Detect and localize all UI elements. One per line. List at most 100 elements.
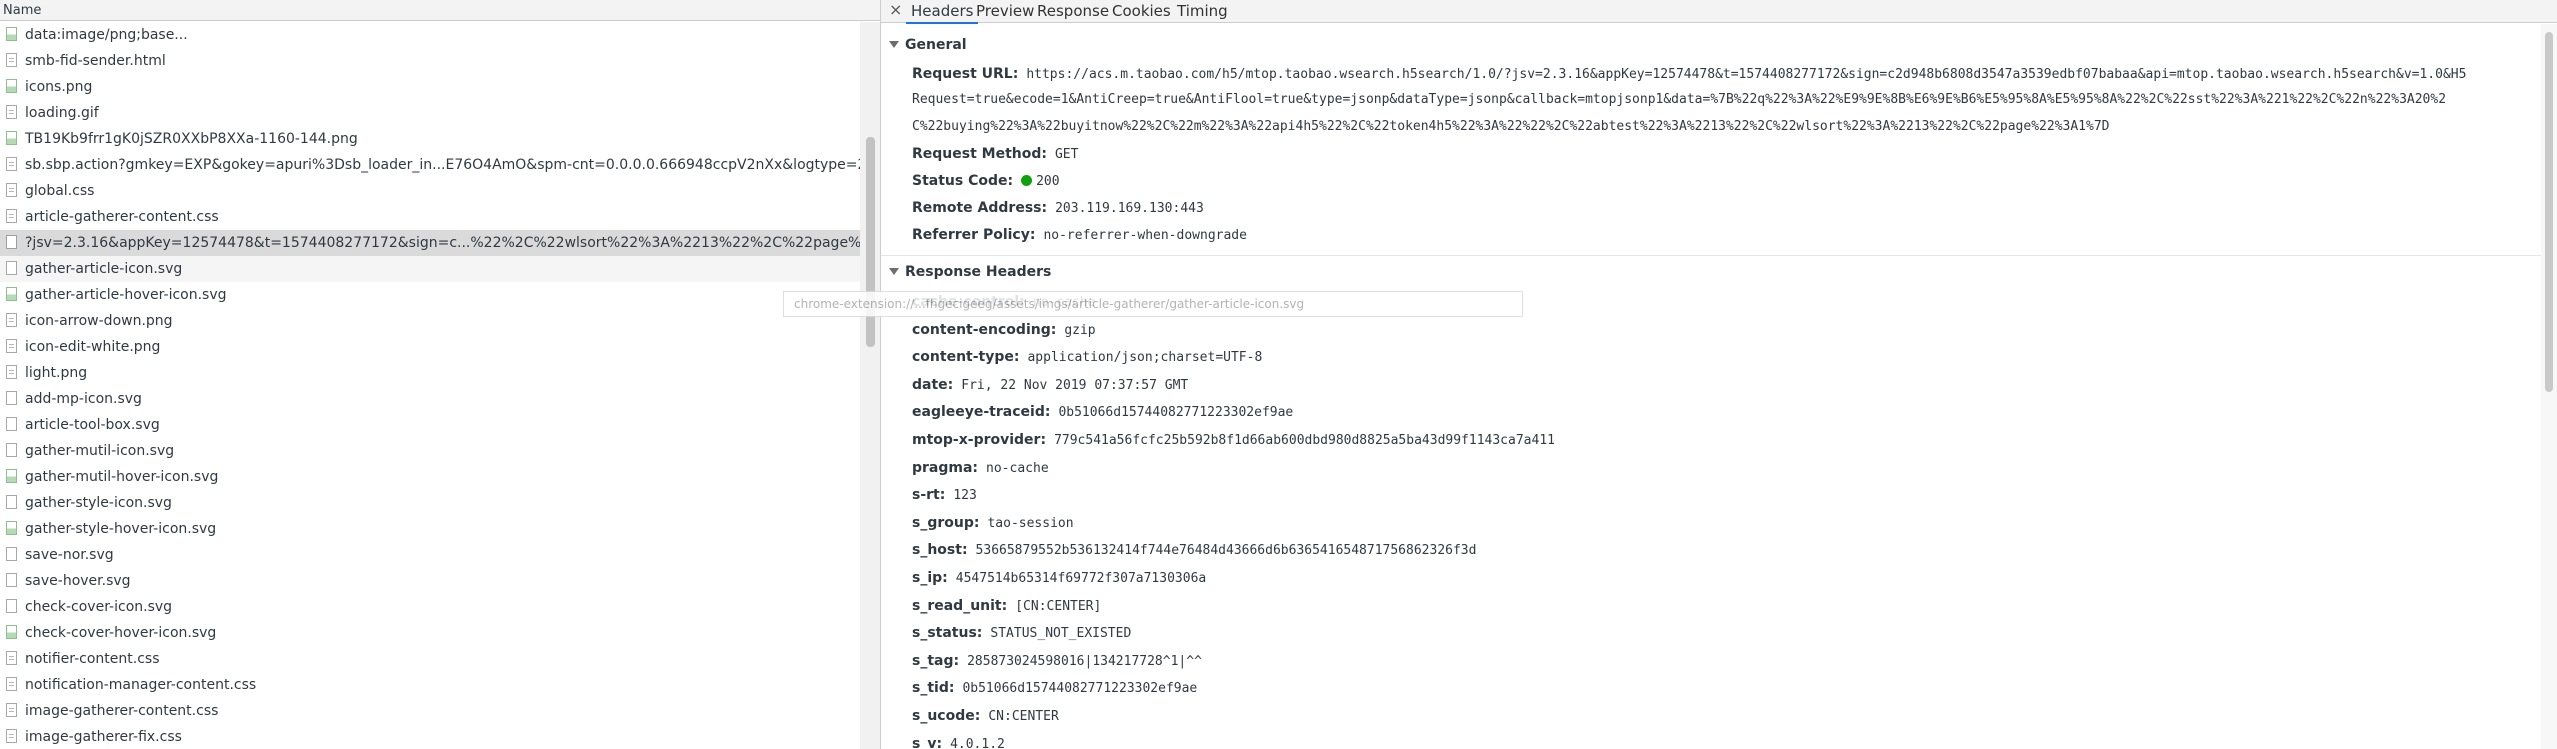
request-row[interactable]: icons.png [0, 74, 860, 100]
file-icon [6, 131, 17, 145]
file-icon [6, 443, 17, 457]
status-code-value: 200 [1036, 174, 1060, 189]
request-method-value: GET [1054, 147, 1079, 162]
response-header-row: s_group: tao-session [912, 515, 1074, 531]
file-icon [6, 703, 17, 717]
response-header-row: eagleeye-traceid: 0b51066d157440827712233… [912, 404, 1293, 420]
tab-cookies[interactable]: Cookies [1107, 0, 1176, 22]
referrer-policy-label: Referrer Policy: [912, 227, 1036, 243]
request-row[interactable]: article-tool-box.svg [0, 412, 860, 438]
name-column-header[interactable]: Name [0, 0, 880, 21]
remote-address-row: Remote Address: 203.119.169.130:443 [912, 200, 1204, 216]
request-row[interactable]: icon-arrow-down.png [0, 308, 860, 334]
request-row[interactable]: TB19Kb9frr1gK0jSZR0XXbP8XXa-1160-144.png [0, 126, 860, 152]
response-header-value: STATUS_NOT_EXISTED [990, 626, 1132, 642]
file-icon [6, 417, 17, 431]
close-details-icon[interactable]: × [889, 1, 902, 19]
tab-preview[interactable]: Preview [971, 0, 1039, 22]
response-header-value: 4547514b65314f69772f307a7130306a [955, 571, 1207, 586]
request-row[interactable]: gather-article-icon.svg [0, 256, 860, 282]
general-section-toggle[interactable]: General [889, 37, 967, 53]
expand-triangle-icon [889, 40, 899, 48]
request-name: save-nor.svg [25, 547, 114, 563]
file-icon [6, 157, 17, 171]
request-row[interactable]: save-nor.svg [0, 542, 860, 568]
remote-address-label: Remote Address: [912, 200, 1048, 216]
response-header-value: 285873024598016|134217728^1|^^ [967, 653, 1202, 669]
request-name: icon-edit-white.png [25, 339, 161, 355]
request-name: article-gatherer-content.css [25, 209, 219, 225]
response-header-value: tao-session [987, 515, 1074, 531]
response-header-row: s_tag: 285873024598016|134217728^1|^^ [912, 653, 1202, 669]
request-row[interactable]: check-cover-hover-icon.svg [0, 620, 860, 646]
referrer-policy-row: Referrer Policy: no-referrer-when-downgra… [912, 227, 1247, 243]
request-name: gather-style-hover-icon.svg [25, 521, 217, 537]
response-header-row: s_tid: 0b51066d15744082771223302ef9ae [912, 680, 1197, 696]
response-header-row: s_ip: 4547514b65314f69772f307a7130306a [912, 570, 1206, 586]
request-row[interactable]: notification-manager-content.css [0, 672, 860, 698]
response-header-value: gzip [1064, 322, 1096, 338]
request-row[interactable]: image-gatherer-fix.css [0, 724, 860, 749]
referrer-policy-value: no-referrer-when-downgrade [1043, 228, 1247, 243]
request-row[interactable]: image-gatherer-content.css [0, 698, 860, 724]
details-tab-bar: × Headers Preview Response Cookies Timin… [881, 0, 2557, 24]
file-icon [6, 625, 17, 639]
request-row[interactable]: icon-edit-white.png [0, 334, 860, 360]
request-row[interactable]: add-mp-icon.svg [0, 386, 860, 412]
status-ok-icon [1021, 174, 1033, 186]
request-row[interactable]: gather-mutil-hover-icon.svg [0, 464, 860, 490]
response-header-value: 53665879552b536132414f744e76484d43666d6b… [975, 543, 1477, 559]
request-name: notification-manager-content.css [25, 677, 257, 693]
response-header-key: s_group: [912, 514, 980, 531]
request-name: data:image/png;base... [25, 27, 188, 43]
request-row[interactable]: gather-mutil-icon.svg [0, 438, 860, 464]
tab-timing[interactable]: Timing [1172, 0, 1233, 22]
file-icon [6, 287, 17, 301]
request-name: article-tool-box.svg [25, 417, 160, 433]
response-header-key: s_read_unit: [912, 597, 1008, 614]
request-row[interactable]: sb.sbp.action?gmkey=EXP&gokey=apuri%3Dsb… [0, 152, 860, 178]
request-url-label: Request URL: [912, 66, 1019, 82]
file-icon [6, 391, 17, 405]
request-row[interactable]: light.png [0, 360, 860, 386]
request-row[interactable]: save-hover.svg [0, 568, 860, 594]
request-row[interactable]: smb-fid-sender.html [0, 48, 860, 74]
request-row[interactable]: notifier-content.css [0, 646, 860, 672]
request-name: add-mp-icon.svg [25, 391, 142, 407]
response-headers-section-toggle[interactable]: Response Headers [889, 264, 1051, 280]
file-icon [6, 313, 17, 327]
file-icon [6, 79, 17, 93]
request-row[interactable]: ?jsv=2.3.16&appKey=12574478&t=1574408277… [0, 230, 860, 256]
response-header-value: CN:CENTER [988, 709, 1059, 724]
request-list-scrollbar[interactable] [860, 22, 880, 749]
request-row[interactable]: data:image/png;base... [0, 22, 860, 48]
request-method-label: Request Method: [912, 146, 1047, 162]
request-row[interactable]: gather-style-hover-icon.svg [0, 516, 860, 542]
tab-headers[interactable]: Headers [906, 0, 979, 24]
status-code-row: Status Code: 200 [912, 173, 1060, 189]
request-name: check-cover-hover-icon.svg [25, 625, 217, 641]
file-icon [6, 547, 17, 561]
request-list-panel: Name data:image/png;base... smb-fid-sende… [0, 0, 880, 749]
request-row[interactable]: gather-style-icon.svg [0, 490, 860, 516]
file-icon [6, 729, 17, 743]
response-header-row: mtop-x-provider: 779c541a56fcfc25b592b8f1… [912, 432, 1555, 448]
file-icon [6, 261, 17, 275]
request-row[interactable]: global.css [0, 178, 860, 204]
details-scrollbar-thumb[interactable] [2545, 32, 2553, 392]
response-header-value: 4.0.1.2 [950, 736, 1005, 749]
file-icon [6, 235, 17, 249]
tab-response[interactable]: Response [1032, 0, 1114, 22]
response-header-key: content-type: [912, 349, 1020, 366]
request-name: ?jsv=2.3.16&appKey=12574478&t=1574408277… [25, 235, 860, 251]
request-row[interactable]: gather-article-hover-icon.svg [0, 282, 860, 308]
response-header-row: s_host: 53665879552b536132414f744e76484d4… [912, 542, 1476, 558]
details-scrollbar[interactable] [2541, 24, 2557, 749]
url-tooltip: chrome-extension://...fhgecigeeg/assets/… [783, 291, 1523, 317]
request-row[interactable]: loading.gif [0, 100, 860, 126]
request-details-panel: × Headers Preview Response Cookies Timin… [881, 0, 2557, 749]
request-name: gather-article-icon.svg [25, 261, 183, 277]
response-header-row: s_ucode: CN:CENTER [912, 708, 1059, 724]
request-row[interactable]: check-cover-icon.svg [0, 594, 860, 620]
request-row[interactable]: article-gatherer-content.css [0, 204, 860, 230]
